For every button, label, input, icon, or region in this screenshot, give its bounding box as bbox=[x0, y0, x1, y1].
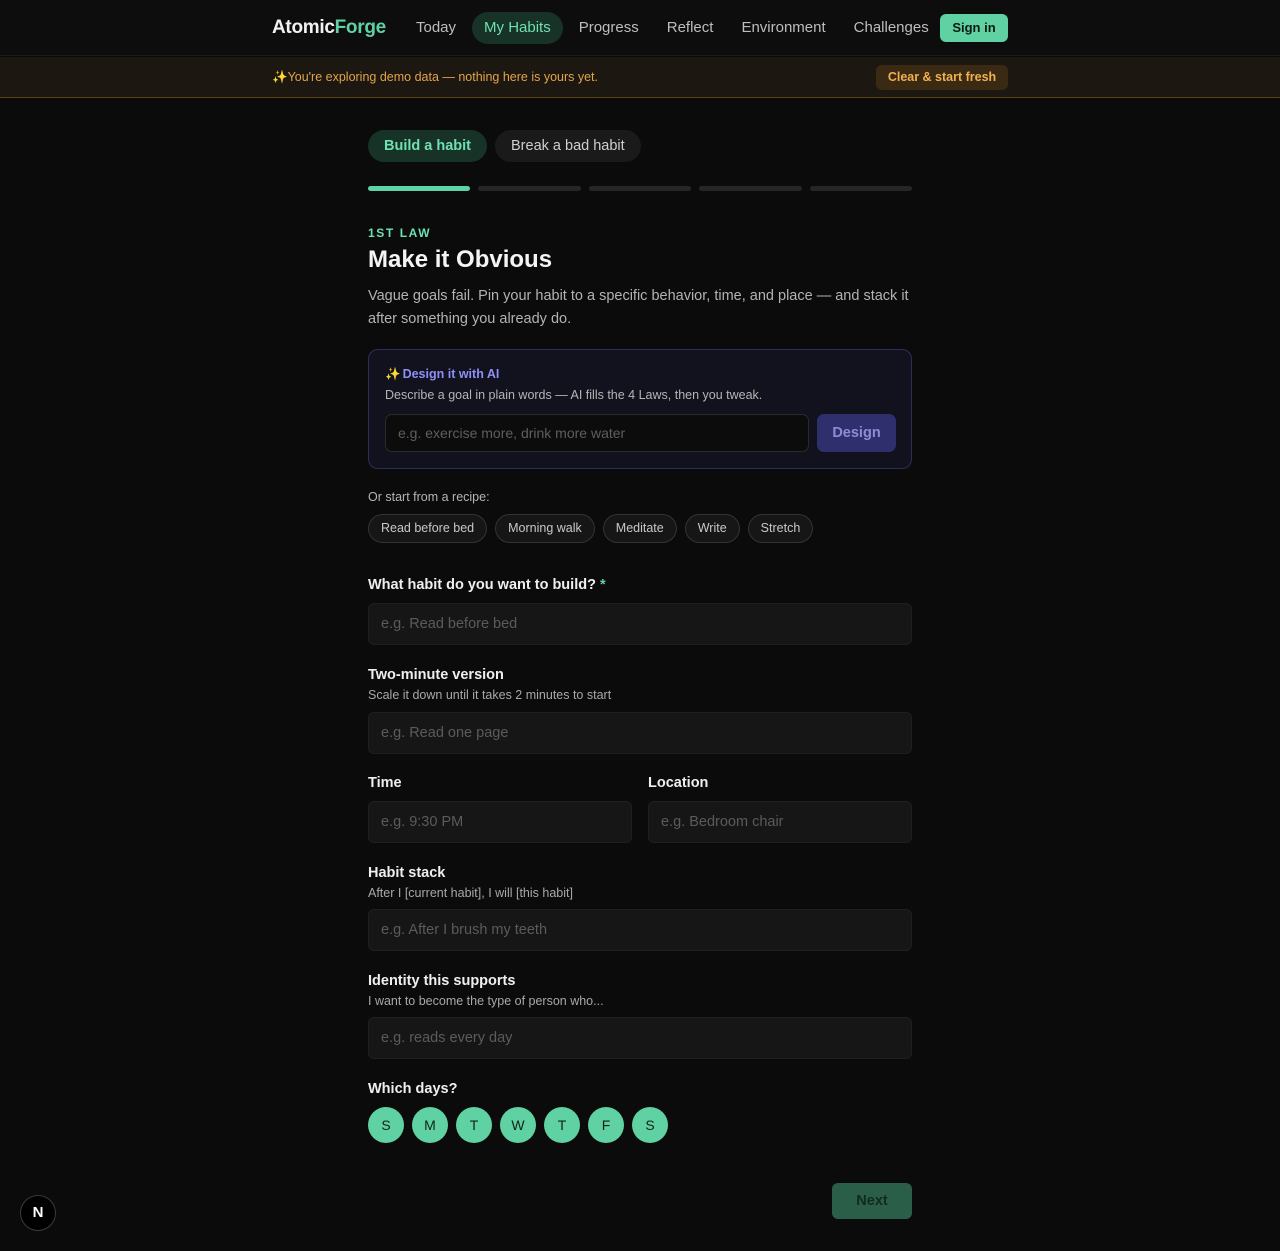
required-mark: * bbox=[599, 577, 606, 593]
brand-logo[interactable]: AtomicForge bbox=[272, 17, 386, 39]
habit-stack-input[interactable] bbox=[368, 909, 912, 951]
habit-stack-hint: After I [current habit], I will [this ha… bbox=[368, 886, 573, 900]
two-minute-input[interactable] bbox=[368, 712, 912, 754]
habit-input[interactable] bbox=[368, 603, 912, 645]
demo-banner-text: ✨You're exploring demo data — nothing he… bbox=[272, 70, 599, 84]
step-eyebrow: 1ST LAW bbox=[368, 226, 432, 240]
progress-step-5 bbox=[809, 186, 913, 191]
recipe-chip[interactable]: Write bbox=[684, 514, 740, 543]
habit-stack-label: Habit stack bbox=[368, 865, 446, 881]
step-description: Vague goals fail. Pin your habit to a sp… bbox=[368, 288, 909, 327]
days-label: Which days? bbox=[368, 1081, 458, 1097]
day-toggle-wednesday[interactable]: W bbox=[500, 1107, 536, 1143]
next-button[interactable]: Next bbox=[832, 1183, 912, 1219]
ai-card-subtitle: Describe a goal in plain words — AI fill… bbox=[385, 388, 763, 402]
recipe-chip[interactable]: Meditate bbox=[602, 514, 677, 543]
habit-label: What habit do you want to build? * bbox=[368, 577, 606, 593]
recipe-chip[interactable]: Stretch bbox=[747, 514, 814, 543]
recipe-chips: Read before bed Morning walk Meditate Wr… bbox=[368, 514, 814, 543]
ai-title-text: Design it with AI bbox=[402, 367, 500, 381]
sparkle-icon: ✨ bbox=[385, 367, 401, 381]
nav-item-reflect[interactable]: Reflect bbox=[655, 12, 726, 44]
ai-design-card: ✨ Design it with AI Describe a goal in pl… bbox=[368, 349, 912, 469]
recipe-label: Or start from a recipe: bbox=[368, 490, 490, 504]
day-toggle-tuesday[interactable]: T bbox=[456, 1107, 492, 1143]
design-button[interactable]: Design bbox=[817, 414, 896, 452]
identity-hint: I want to become the type of person who.… bbox=[368, 994, 604, 1008]
progress-step-3 bbox=[588, 186, 692, 191]
time-input[interactable] bbox=[368, 801, 632, 843]
time-label: Time bbox=[368, 775, 402, 791]
progress-step-4 bbox=[699, 186, 802, 191]
mode-tabs: Build a habit Break a bad habit bbox=[368, 130, 912, 162]
nav-item-today[interactable]: Today bbox=[404, 12, 468, 44]
sign-in-button[interactable]: Sign in bbox=[940, 14, 1008, 42]
nav-links: Today My Habits Progress Reflect Environ… bbox=[404, 12, 945, 44]
day-toggle-sunday[interactable]: S bbox=[368, 1107, 404, 1143]
clear-start-fresh-button[interactable]: Clear & start fresh bbox=[876, 65, 1008, 90]
habit-wizard: Build a habit Break a bad habit 1ST LAW … bbox=[368, 130, 913, 1219]
day-toggle-monday[interactable]: M bbox=[412, 1107, 448, 1143]
wizard-progress bbox=[368, 186, 913, 191]
tab-build-habit[interactable]: Build a habit bbox=[368, 130, 487, 162]
day-toggle-friday[interactable]: F bbox=[588, 1107, 624, 1143]
day-selector: S M T W T F S bbox=[368, 1107, 668, 1143]
nav-item-progress[interactable]: Progress bbox=[567, 12, 651, 44]
progress-step-2 bbox=[478, 186, 581, 191]
two-minute-hint: Scale it down until it takes 2 minutes t… bbox=[368, 688, 612, 702]
nav-item-my-habits[interactable]: My Habits bbox=[472, 12, 563, 44]
top-nav: AtomicForge Today My Habits Progress Ref… bbox=[0, 0, 1280, 56]
day-toggle-saturday[interactable]: S bbox=[632, 1107, 668, 1143]
ai-card-title: ✨ Design it with AI bbox=[385, 367, 499, 382]
recipe-chip[interactable]: Read before bed bbox=[368, 514, 488, 543]
demo-banner: ✨You're exploring demo data — nothing he… bbox=[0, 57, 1280, 98]
nav-item-environment[interactable]: Environment bbox=[729, 12, 837, 44]
tab-break-habit[interactable]: Break a bad habit bbox=[495, 130, 641, 162]
brand-part-2: Forge bbox=[334, 17, 387, 38]
next-dev-indicator-icon[interactable]: N bbox=[20, 1195, 56, 1231]
step-title: Make it Obvious bbox=[368, 246, 553, 273]
progress-step-1 bbox=[368, 186, 471, 191]
ai-goal-input[interactable] bbox=[385, 414, 809, 452]
nav-item-challenges[interactable]: Challenges bbox=[842, 12, 941, 44]
two-minute-label: Two-minute version bbox=[368, 667, 504, 683]
habit-label-text: What habit do you want to build? bbox=[368, 577, 596, 593]
identity-input[interactable] bbox=[368, 1017, 912, 1059]
location-label: Location bbox=[648, 775, 709, 791]
recipe-chip[interactable]: Morning walk bbox=[495, 514, 595, 543]
location-input[interactable] bbox=[648, 801, 912, 843]
day-toggle-thursday[interactable]: T bbox=[544, 1107, 580, 1143]
brand-part-1: Atomic bbox=[272, 17, 335, 38]
identity-label: Identity this supports bbox=[368, 973, 516, 989]
